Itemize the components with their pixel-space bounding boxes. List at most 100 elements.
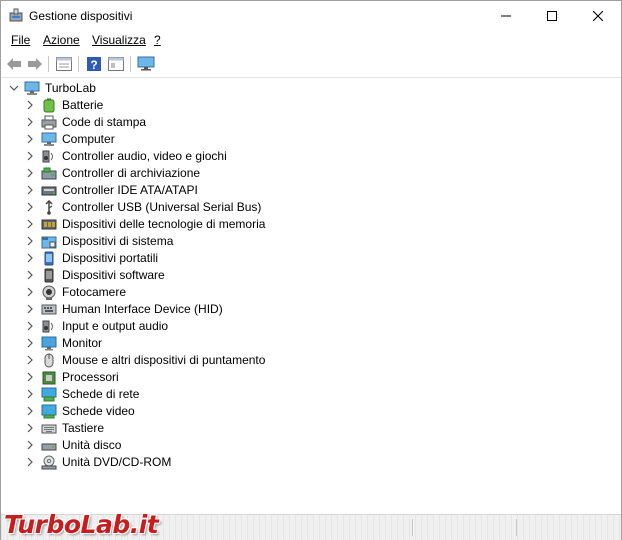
svg-text:?: ? [90, 58, 97, 72]
device-manager-icon [9, 8, 23, 22]
chevron-right-icon[interactable] [24, 133, 36, 145]
maximize-button[interactable] [529, 1, 575, 31]
toolbar-separator [130, 56, 131, 72]
tree-item[interactable]: Tastiere [1, 420, 601, 437]
chevron-right-icon[interactable] [24, 201, 36, 213]
chevron-right-icon[interactable] [24, 218, 36, 230]
tree-item[interactable]: Computer [1, 131, 601, 148]
storage-controller-icon [41, 167, 57, 180]
forward-arrow-icon [28, 58, 42, 70]
tree-item[interactable]: Mouse e altri dispositivi di puntamento [1, 352, 601, 369]
tree-item-label: Unità disco [62, 438, 122, 452]
menu-bar: File Azione Visualizza ? [1, 31, 621, 50]
ide-controller-icon [41, 186, 57, 196]
chevron-right-icon[interactable] [24, 388, 36, 400]
chevron-right-icon[interactable] [24, 405, 36, 417]
chevron-right-icon[interactable] [24, 354, 36, 366]
chevron-right-icon[interactable] [24, 337, 36, 349]
view-button[interactable] [106, 54, 126, 74]
watermark: TurboLab.it [4, 510, 159, 539]
menu-visualizza[interactable]: Visualizza [92, 33, 146, 47]
menu-file[interactable]: File [11, 33, 30, 47]
chevron-right-icon[interactable] [24, 252, 36, 264]
network-adapter-icon [41, 387, 57, 402]
tree-item-label: Controller IDE ATA/ATAPI [62, 183, 198, 197]
computer-icon [41, 132, 57, 146]
menu-azione[interactable]: Azione [43, 33, 80, 47]
tree-item-label: Dispositivi di sistema [62, 234, 174, 248]
tree-item-label: Mouse e altri dispositivi di puntamento [62, 353, 266, 367]
usb-icon [45, 200, 53, 215]
tree-root[interactable]: TurboLab [1, 80, 601, 97]
software-device-icon [44, 268, 54, 283]
tree-item[interactable]: Dispositivi portatili [1, 250, 601, 267]
hid-icon [41, 304, 57, 315]
tree-item-label: Dispositivi software [62, 268, 165, 282]
tree-item[interactable]: Schede video [1, 403, 601, 420]
memory-icon [41, 219, 57, 230]
title-bar: Gestione dispositivi [1, 1, 621, 31]
system-folder-icon [41, 236, 57, 249]
window-title: Gestione dispositivi [29, 9, 133, 23]
processor-icon [42, 371, 56, 385]
camera-icon [42, 285, 56, 300]
properties-button[interactable] [54, 54, 74, 74]
tree-item-label: Controller audio, video e giochi [62, 149, 227, 163]
tree-item-label: Human Interface Device (HID) [62, 302, 223, 316]
tree-item[interactable]: Controller USB (Universal Serial Bus) [1, 199, 601, 216]
portable-device-icon [44, 251, 54, 266]
chevron-right-icon[interactable] [24, 422, 36, 434]
chevron-right-icon[interactable] [24, 286, 36, 298]
tree-item[interactable]: Dispositivi delle tecnologie di memoria [1, 216, 601, 233]
tree-item[interactable]: Fotocamere [1, 284, 601, 301]
tree-item[interactable]: Dispositivi di sistema [1, 233, 601, 250]
chevron-right-icon[interactable] [24, 269, 36, 281]
tree-item[interactable]: Dispositivi software [1, 267, 601, 284]
monitor-icon [41, 336, 57, 351]
forward-button[interactable] [25, 54, 45, 74]
close-button[interactable] [575, 1, 621, 31]
back-arrow-icon [7, 58, 21, 70]
tree-item[interactable]: Controller di archiviazione [1, 165, 601, 182]
tree-item-label: Code di stampa [62, 115, 147, 129]
back-button[interactable] [4, 54, 24, 74]
toolbar: ? [1, 51, 621, 78]
tree-item[interactable]: Unità DVD/CD-ROM [1, 454, 601, 471]
menu-help[interactable]: ? [154, 33, 161, 47]
device-tree: TurboLab Batterie Code di stampa Computer C… [1, 78, 621, 514]
chevron-right-icon[interactable] [24, 303, 36, 315]
chevron-right-icon[interactable] [24, 116, 36, 128]
tree-item[interactable]: Monitor [1, 335, 601, 352]
keyboard-icon [41, 424, 57, 434]
tree-item[interactable]: Controller audio, video e giochi [1, 148, 601, 165]
chevron-right-icon[interactable] [24, 167, 36, 179]
chevron-right-icon[interactable] [24, 99, 36, 111]
status-divider [516, 519, 517, 536]
display-adapter-icon [41, 404, 57, 419]
chevron-right-icon[interactable] [24, 235, 36, 247]
minimize-button[interactable] [483, 1, 529, 31]
printer-icon [41, 115, 57, 130]
tree-item[interactable]: Controller IDE ATA/ATAPI [1, 182, 601, 199]
chevron-down-icon[interactable] [8, 82, 20, 94]
scan-hardware-button[interactable] [136, 54, 156, 74]
tree-item[interactable]: Unità disco [1, 437, 601, 454]
close-icon [593, 11, 603, 21]
tree-item[interactable]: Batterie [1, 97, 601, 114]
chevron-right-icon[interactable] [24, 439, 36, 451]
maximize-icon [547, 11, 557, 21]
tree-item-label: Monitor [62, 336, 103, 350]
tree-item[interactable]: Human Interface Device (HID) [1, 301, 601, 318]
tree-item[interactable]: Input e output audio [1, 318, 601, 335]
chevron-right-icon[interactable] [24, 320, 36, 332]
menu-help-label: ? [154, 33, 161, 47]
tree-item[interactable]: Schede di rete [1, 386, 601, 403]
chevron-right-icon[interactable] [24, 456, 36, 468]
tree-item-label: Schede video [62, 404, 135, 418]
chevron-right-icon[interactable] [24, 150, 36, 162]
chevron-right-icon[interactable] [24, 371, 36, 383]
chevron-right-icon[interactable] [24, 184, 36, 196]
tree-item[interactable]: Code di stampa [1, 114, 601, 131]
help-button[interactable]: ? [84, 54, 104, 74]
tree-item[interactable]: Processori [1, 369, 601, 386]
